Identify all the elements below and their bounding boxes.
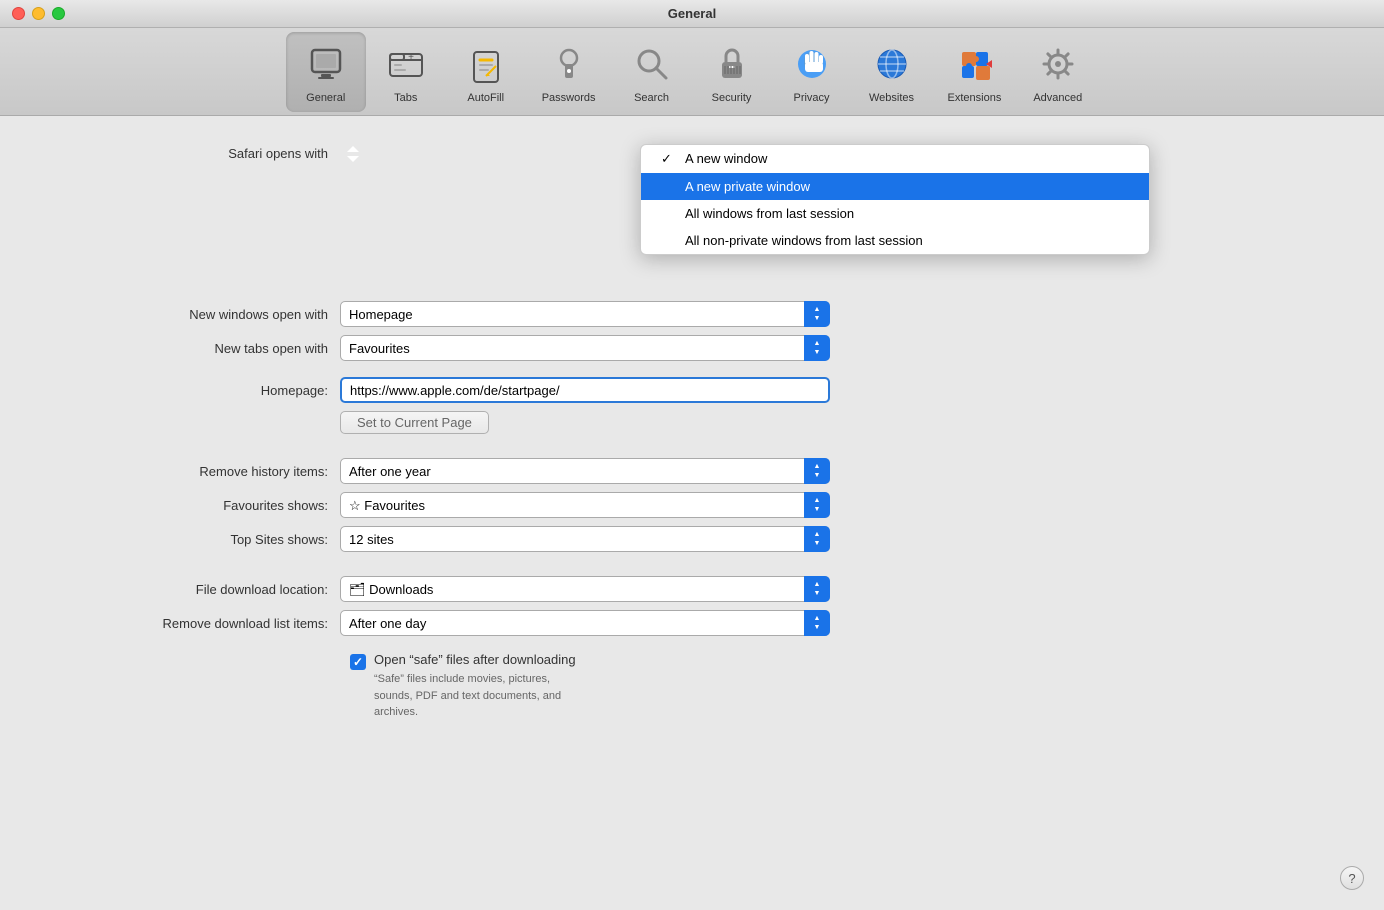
- toolbar-item-websites[interactable]: Websites: [852, 32, 932, 112]
- toolbar-label-tabs: Tabs: [394, 92, 417, 104]
- help-button[interactable]: ?: [1340, 866, 1364, 890]
- new-windows-select[interactable]: Homepage: [340, 301, 830, 327]
- search-icon: [628, 40, 676, 88]
- file-download-select[interactable]: 🗂 Downloads: [340, 576, 830, 602]
- open-safe-files-main-label: Open “safe” files after downloading: [374, 652, 576, 667]
- autofill-icon: [462, 40, 510, 88]
- close-button[interactable]: [12, 7, 25, 20]
- privacy-icon: [788, 40, 836, 88]
- toolbar-label-passwords: Passwords: [542, 92, 596, 104]
- favourites-shows-row: Favourites shows: ☆ Favourites: [40, 492, 1344, 518]
- toolbar-item-autofill[interactable]: AutoFill: [446, 32, 526, 112]
- minimize-button[interactable]: [32, 7, 45, 20]
- toolbar-item-security[interactable]: Security: [692, 32, 772, 112]
- file-download-dropdown[interactable]: 🗂 Downloads: [340, 576, 830, 602]
- file-download-row: File download location: 🗂 Downloads: [40, 576, 1344, 602]
- open-safe-files-sub-label: “Safe” files include movies, pictures, s…: [374, 671, 576, 721]
- toolbar: General + Tabs: [0, 28, 1384, 116]
- dropdown-option-non-private[interactable]: All non-private windows from last sessio…: [641, 227, 1149, 254]
- top-sites-select[interactable]: 12 sites: [340, 526, 830, 552]
- new-windows-row: New windows open with Homepage: [40, 301, 1344, 327]
- top-sites-row: Top Sites shows: 12 sites: [40, 526, 1344, 552]
- websites-icon: [868, 40, 916, 88]
- extensions-icon: [950, 40, 998, 88]
- new-tabs-dropdown[interactable]: Favourites: [340, 335, 830, 361]
- advanced-icon: [1034, 40, 1082, 88]
- toolbar-item-privacy[interactable]: Privacy: [772, 32, 852, 112]
- dropdown-option-label-3: All non-private windows from last sessio…: [685, 233, 923, 248]
- toolbar-label-search: Search: [634, 92, 669, 104]
- set-current-page-button[interactable]: Set to Current Page: [340, 411, 489, 434]
- new-windows-dropdown[interactable]: Homepage: [340, 301, 830, 327]
- checkmark-icon: ✓: [661, 151, 677, 167]
- maximize-button[interactable]: [52, 7, 65, 20]
- top-sites-dropdown[interactable]: 12 sites: [340, 526, 830, 552]
- dropdown-option-private-window[interactable]: A new private window: [641, 173, 1149, 200]
- remove-history-label: Remove history items:: [40, 464, 340, 479]
- general-icon: [302, 40, 350, 88]
- toolbar-label-advanced: Advanced: [1033, 92, 1082, 104]
- remove-download-row: Remove download list items: After one da…: [40, 610, 1344, 636]
- traffic-lights: [12, 7, 65, 20]
- toolbar-label-privacy: Privacy: [793, 92, 829, 104]
- dropdown-option-label: A new window: [685, 151, 767, 166]
- toolbar-item-passwords[interactable]: Passwords: [526, 32, 612, 112]
- open-safe-files-checkbox[interactable]: [350, 654, 366, 670]
- toolbar-item-tabs[interactable]: + Tabs: [366, 32, 446, 112]
- safari-opens-label: Safari opens with: [40, 146, 340, 161]
- top-sites-label: Top Sites shows:: [40, 532, 340, 547]
- favourites-shows-label: Favourites shows:: [40, 498, 340, 513]
- remove-download-label: Remove download list items:: [40, 616, 340, 631]
- favourites-shows-select[interactable]: ☆ Favourites: [340, 492, 830, 518]
- file-download-label: File download location:: [40, 582, 340, 597]
- content-area: Safari opens with ✓ A new window A new p…: [0, 116, 1384, 910]
- remove-history-row: Remove history items: After one year: [40, 458, 1344, 484]
- toolbar-label-autofill: AutoFill: [467, 92, 504, 104]
- remove-history-dropdown[interactable]: After one year: [340, 458, 830, 484]
- new-tabs-label: New tabs open with: [40, 341, 340, 356]
- toolbar-label-extensions: Extensions: [948, 92, 1002, 104]
- svg-text:+: +: [408, 52, 414, 63]
- toolbar-item-search[interactable]: Search: [612, 32, 692, 112]
- set-current-page-row: Set to Current Page: [40, 411, 1344, 434]
- toolbar-item-extensions[interactable]: Extensions: [932, 32, 1018, 112]
- safari-opens-dropdown-popup[interactable]: ✓ A new window A new private window All …: [640, 144, 1150, 255]
- new-windows-label: New windows open with: [40, 307, 340, 322]
- new-tabs-select[interactable]: Favourites: [340, 335, 830, 361]
- open-safe-files-label-group: Open “safe” files after downloading “Saf…: [374, 652, 576, 721]
- new-tabs-row: New tabs open with Favourites: [40, 335, 1344, 361]
- homepage-row: Homepage:: [40, 377, 1344, 403]
- remove-download-dropdown[interactable]: After one day: [340, 610, 830, 636]
- tabs-icon: +: [382, 40, 430, 88]
- toolbar-item-general[interactable]: General: [286, 32, 366, 112]
- toolbar-item-advanced[interactable]: Advanced: [1017, 32, 1098, 112]
- security-icon: [708, 40, 756, 88]
- help-icon: ?: [1348, 871, 1355, 886]
- dropdown-option-label-2: All windows from last session: [685, 206, 854, 221]
- window-title: General: [668, 6, 716, 21]
- homepage-input[interactable]: [340, 377, 830, 403]
- remove-download-select[interactable]: After one day: [340, 610, 830, 636]
- dropdown-option-label-selected: A new private window: [685, 179, 810, 194]
- remove-history-select[interactable]: After one year: [340, 458, 830, 484]
- toolbar-label-general: General: [306, 92, 345, 104]
- dropdown-option-last-session[interactable]: All windows from last session: [641, 200, 1149, 227]
- homepage-label: Homepage:: [40, 383, 340, 398]
- toolbar-label-websites: Websites: [869, 92, 914, 104]
- title-bar: General: [0, 0, 1384, 28]
- favourites-shows-dropdown[interactable]: ☆ Favourites: [340, 492, 830, 518]
- open-safe-files-row: Open “safe” files after downloading “Saf…: [350, 652, 1344, 721]
- passwords-icon: [545, 40, 593, 88]
- dropdown-option-new-window[interactable]: ✓ A new window: [641, 145, 1149, 173]
- safari-opens-row: Safari opens with ✓ A new window A new p…: [40, 146, 1344, 161]
- toolbar-label-security: Security: [712, 92, 752, 104]
